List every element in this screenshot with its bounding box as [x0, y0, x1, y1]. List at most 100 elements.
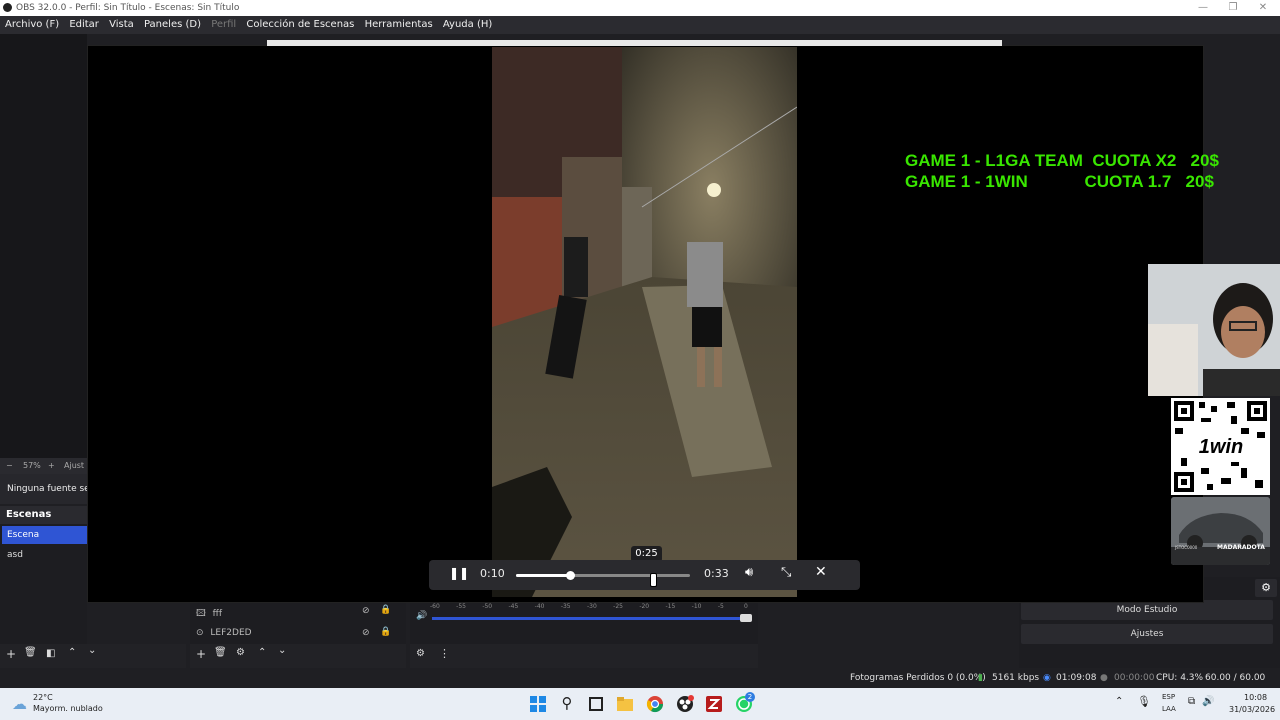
no-source-label: Ninguna fuente selec — [7, 484, 87, 494]
scene-filter-icon[interactable]: ◧ — [46, 648, 55, 659]
duration: 0:33 — [704, 567, 729, 580]
menu-ayuda[interactable]: Ayuda (H) — [443, 19, 492, 30]
stream-icon: ◉ — [1043, 673, 1051, 683]
zoom-in-button[interactable]: + — [48, 458, 55, 474]
zoom-out-button[interactable]: − — [6, 458, 13, 474]
source-item-fff[interactable]: 🖾 fff — [196, 606, 222, 622]
gear-icon[interactable]: ⚙ — [1255, 579, 1277, 597]
add-scene-icon[interactable]: + — [6, 647, 16, 661]
file-explorer-icon[interactable] — [615, 694, 635, 714]
seek-handle[interactable] — [565, 571, 575, 580]
weather-icon[interactable]: ☁ — [12, 695, 27, 713]
close-window-button[interactable]: ✕ — [1248, 0, 1278, 16]
volume-icon[interactable]: 🔊︎ — [745, 565, 753, 580]
image-source-icon: 🖾 — [196, 609, 206, 619]
menu-perfil[interactable]: Perfil — [211, 19, 236, 30]
menu-coleccion-escenas[interactable]: Colección de Escenas — [246, 19, 354, 30]
rec-icon: ● — [1100, 673, 1108, 683]
qr-brand-text: 1win — [1199, 436, 1243, 458]
fit-button[interactable]: Ajust — [64, 458, 84, 474]
sources-toolbar: + 🗑 ⚙ ⌃ ⌄ — [190, 644, 406, 668]
windows-taskbar: ☁ 22°C Mayorm. nublado ⌃ 🎙 ESP LAA ⧉ 🔊 1… — [0, 688, 1280, 720]
menu-archivo[interactable]: Archivo (F) — [5, 19, 59, 30]
clock-date[interactable]: 31/03/2026 — [1229, 705, 1275, 714]
notification-badge: 2 — [745, 692, 755, 702]
source-item-lef2ded[interactable]: ⊙ LEF2DED — [196, 628, 252, 638]
lang-code[interactable]: ESP — [1162, 693, 1175, 701]
player-controls: ❚❚ 0:10 0:33 🔊︎ ⤡ ✕ — [429, 560, 860, 590]
signal-icon: ▮ — [978, 673, 983, 683]
browser-source-icon: ⊙ — [196, 628, 204, 638]
street-scene-image — [492, 47, 797, 597]
studio-mode-button[interactable]: Modo Estudio — [1021, 600, 1273, 620]
seek-progress — [516, 574, 570, 577]
add-source-icon[interactable]: + — [196, 647, 206, 661]
scene-item-asd[interactable]: asd — [2, 546, 87, 564]
move-up-icon[interactable]: ⌃ — [68, 647, 76, 658]
source-up-icon[interactable]: ⌃ — [258, 647, 266, 658]
clock-time[interactable]: 10:08 — [1244, 693, 1267, 702]
odds-line-2: GAME 1 - 1WIN CUOTA 1.7 20$ — [905, 172, 1214, 191]
volume-slider-track[interactable] — [432, 617, 748, 620]
minimize-button[interactable]: — — [1188, 0, 1218, 16]
menu-herramientas[interactable]: Herramientas — [365, 19, 433, 30]
remove-source-icon[interactable]: 🗑 — [214, 647, 227, 658]
volume-slider-handle[interactable] — [740, 614, 752, 622]
start-icon[interactable] — [528, 694, 548, 714]
background-window-edge — [267, 40, 1002, 46]
car-promo-image: JSTOC0000 MADARADOTA — [1171, 497, 1270, 565]
current-time: 0:10 — [480, 567, 505, 580]
mouse-cursor-icon — [650, 573, 658, 587]
mixer-menu-icon[interactable]: ⋮ — [439, 647, 450, 660]
mixer-tick-label: 0 — [744, 603, 748, 610]
video-frame[interactable] — [492, 47, 797, 597]
pause-icon[interactable]: ❚❚ — [449, 566, 469, 580]
car-image — [1171, 497, 1270, 565]
search-icon[interactable]: ⚲ — [557, 694, 577, 714]
restore-button[interactable]: ❐ — [1218, 0, 1248, 16]
task-view-icon[interactable] — [586, 694, 606, 714]
scene-item-escena[interactable]: Escena — [2, 526, 87, 544]
rec-time: 00:00:00 — [1114, 673, 1155, 683]
visibility-icon[interactable]: ⊘ — [362, 606, 370, 616]
source-toolbar: Ninguna fuente selec — [0, 474, 87, 504]
scenes-toolbar: + 🗑 ◧ ⌃ ⌄ — [0, 644, 186, 668]
tray-chevron-icon[interactable]: ⌃ — [1115, 696, 1123, 707]
exit-fullscreen-icon[interactable]: ⤡ — [781, 565, 791, 580]
speaker-icon[interactable]: 🔊 — [1202, 696, 1214, 707]
odds-overlay: GAME 1 - L1GA TEAM CUOTA X2 20$ GAME 1 - … — [905, 150, 1219, 192]
menu-bar: Archivo (F) Editar Vista Paneles (D) Per… — [0, 16, 1280, 34]
mixer-tick-label: -10 — [691, 603, 702, 610]
obs-taskbar-icon[interactable] — [675, 694, 695, 714]
remove-scene-icon[interactable]: 🗑 — [24, 647, 37, 658]
mixer-tick-label: -50 — [482, 603, 493, 610]
weather-desc: Mayorm. nublado — [33, 704, 103, 713]
visibility-icon[interactable]: ⊘ — [362, 628, 370, 638]
car-small-text: JSTOC0000 — [1175, 545, 1198, 550]
chrome-icon[interactable] — [645, 694, 665, 714]
seek-bar[interactable] — [516, 571, 690, 587]
lock-icon[interactable]: 🔒 — [380, 627, 391, 637]
settings-button[interactable]: Ajustes — [1021, 624, 1273, 644]
bitrate: 5161 kbps — [992, 673, 1040, 683]
mixer-tick-label: -5 — [717, 603, 724, 610]
mic-icon[interactable]: 🎙 — [1137, 695, 1151, 708]
menu-paneles[interactable]: Paneles (D) — [144, 19, 201, 30]
lock-icon[interactable]: 🔒 — [380, 605, 391, 615]
mixer-tick-label: -25 — [613, 603, 623, 610]
network-icon[interactable]: ⧉ — [1188, 696, 1195, 707]
source-properties-icon[interactable]: ⚙ — [236, 647, 245, 658]
mixer-tick-label: -20 — [639, 603, 650, 610]
volume-icon[interactable]: 🔊 — [416, 611, 427, 621]
status-bar: Fotogramas Perdidos 0 (0.0%) ▮ 5161 kbps… — [0, 668, 1280, 703]
menu-editar[interactable]: Editar — [69, 19, 99, 30]
source-label: LEF2DED — [210, 628, 252, 638]
move-down-icon[interactable]: ⌄ — [88, 645, 96, 656]
lang-layout[interactable]: LAA — [1162, 705, 1176, 713]
filezilla-icon[interactable] — [704, 694, 724, 714]
menu-vista[interactable]: Vista — [109, 19, 134, 30]
dropped-frames: Fotogramas Perdidos 0 (0.0%) — [850, 673, 986, 683]
mixer-settings-icon[interactable]: ⚙ — [416, 648, 425, 659]
source-down-icon[interactable]: ⌄ — [278, 645, 286, 656]
close-icon[interactable]: ✕ — [815, 564, 827, 580]
